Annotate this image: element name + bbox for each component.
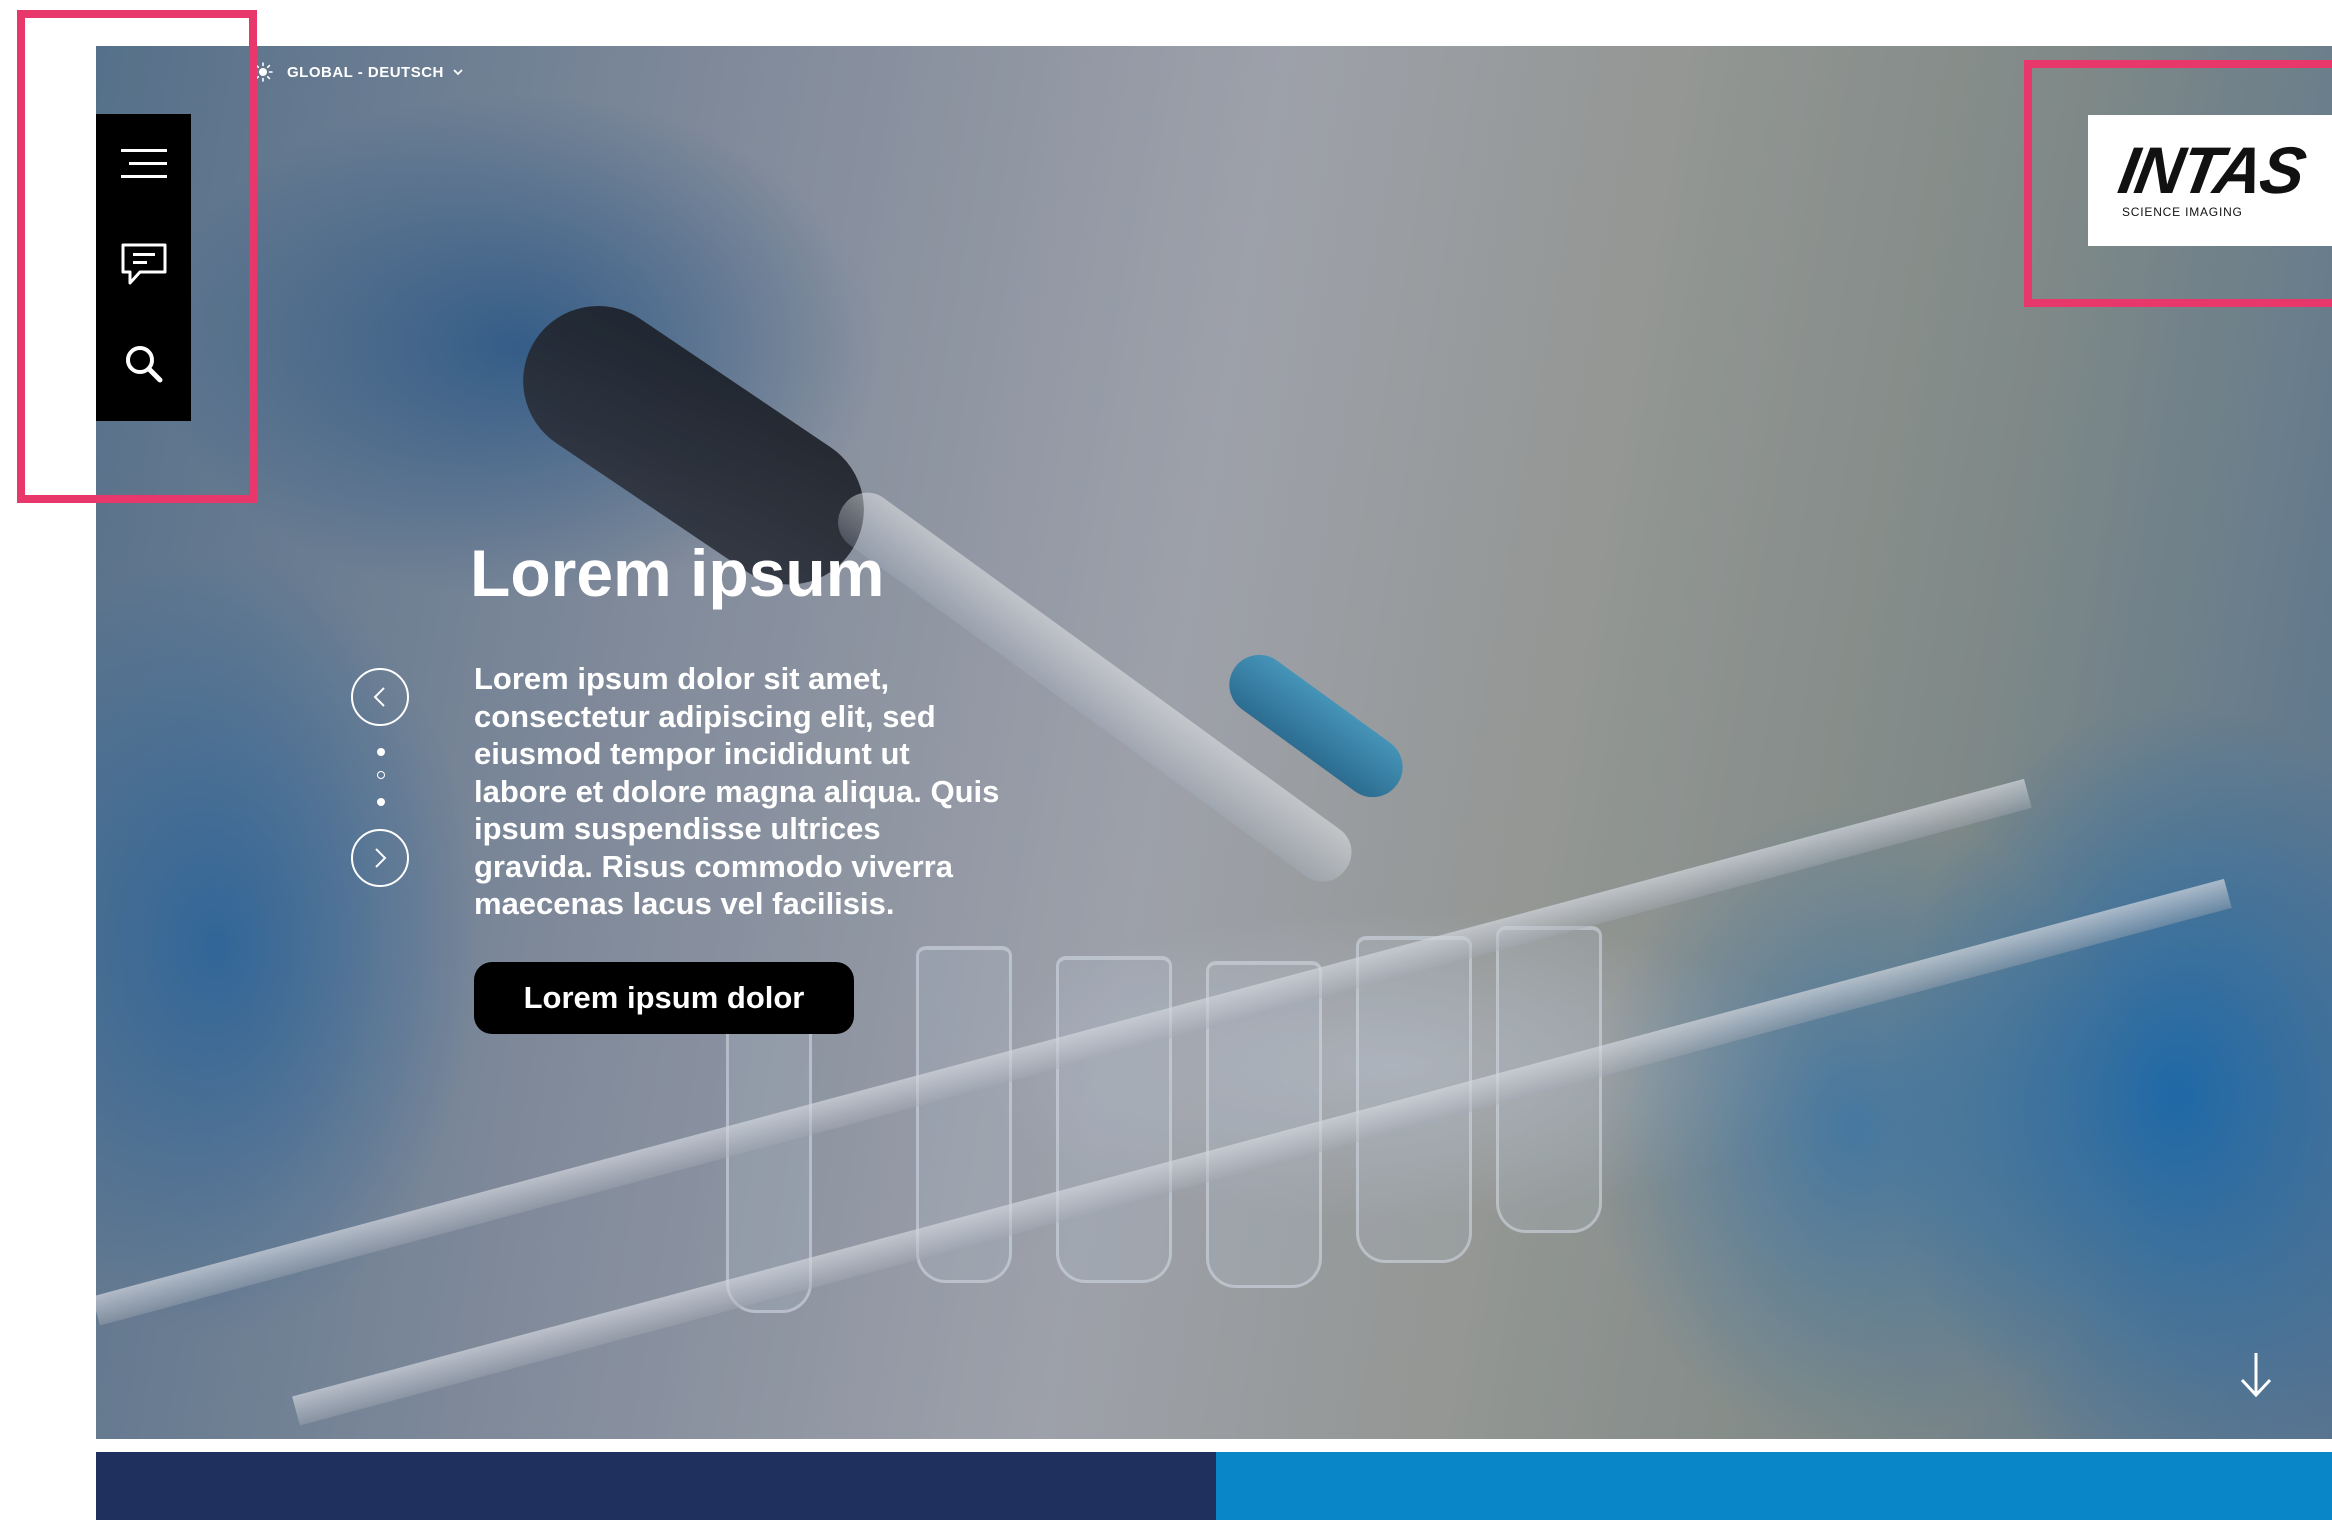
slider-prev-button[interactable] — [351, 668, 409, 726]
sidebar-highlight-box — [17, 10, 257, 503]
image-overlay — [96, 46, 2332, 1439]
bottom-blue-bar — [1216, 1452, 2332, 1520]
hero-cta-button[interactable]: Lorem ipsum dolor — [474, 962, 854, 1034]
chevron-left-icon — [373, 687, 385, 707]
hero-description: Lorem ipsum dolor sit amet, consectetur … — [474, 661, 1000, 921]
language-selector[interactable]: GLOBAL - DEUTSCH — [253, 62, 464, 82]
language-label: GLOBAL - DEUTSCH — [287, 63, 444, 81]
logo-wordmark: INTAS — [2113, 133, 2310, 207]
chevron-right-icon — [375, 848, 387, 868]
chevron-down-icon — [453, 69, 463, 76]
logo-tagline: SCIENCE IMAGING — [2122, 205, 2243, 219]
bottom-navy-bar — [96, 1452, 1216, 1520]
slider-dot[interactable] — [377, 748, 385, 756]
slider-dot-active[interactable] — [377, 771, 385, 779]
slider-dot[interactable] — [377, 798, 385, 806]
slider-next-button[interactable] — [351, 829, 409, 887]
scroll-down-button[interactable] — [2236, 1350, 2276, 1405]
hero-title: Lorem ipsum — [470, 536, 885, 610]
arrow-down-icon — [2240, 1353, 2272, 1398]
intas-logo[interactable]: INTAS SCIENCE IMAGING — [2088, 115, 2332, 246]
hero-background-image — [96, 46, 2332, 1439]
